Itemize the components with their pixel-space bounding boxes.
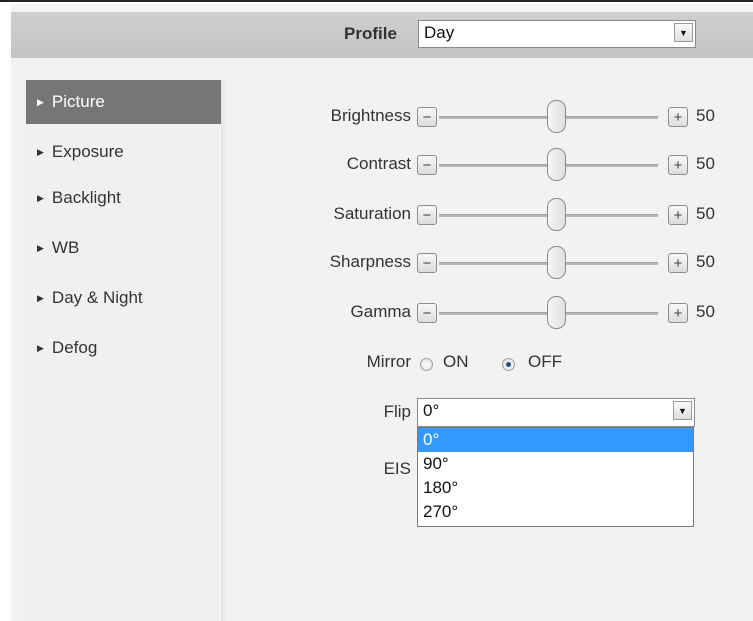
sidebar-item-picture[interactable]: ▶ Picture <box>26 80 221 124</box>
profile-select-value: Day <box>424 23 455 42</box>
sharpness-decrease-button[interactable]: − <box>417 253 437 273</box>
flip-select[interactable]: 0° ▼ <box>417 398 695 427</box>
sidebar-item-wb[interactable]: ▶ WB <box>26 226 221 270</box>
flip-option-180[interactable]: 180° <box>418 476 693 500</box>
caret-right-icon: ▶ <box>37 147 44 157</box>
brightness-increase-button[interactable]: + <box>668 107 688 127</box>
caret-right-icon: ▶ <box>37 243 44 253</box>
chevron-down-icon[interactable]: ▼ <box>673 401 692 420</box>
caret-right-icon: ▶ <box>37 343 44 353</box>
flip-option-0[interactable]: 0° <box>418 428 693 452</box>
contrast-label: Contrast <box>346 154 411 173</box>
flip-option-90[interactable]: 90° <box>418 452 693 476</box>
mirror-off-label[interactable]: OFF <box>528 352 562 372</box>
gamma-value: 50 <box>696 302 715 321</box>
caret-right-icon: ▶ <box>37 293 44 303</box>
sharpness-slider-handle[interactable] <box>547 246 566 279</box>
sidebar-item-exposure[interactable]: ▶ Exposure <box>26 130 221 174</box>
flip-dropdown-list: 0° 90° 180° 270° <box>417 427 694 527</box>
sidebar-item-label: Exposure <box>51 142 124 161</box>
caret-right-icon: ▶ <box>37 193 44 203</box>
eis-label: EIS <box>383 459 411 478</box>
sharpness-value: 50 <box>696 252 715 271</box>
brightness-value: 50 <box>696 106 715 125</box>
profile-label: Profile <box>344 24 397 43</box>
sidebar-item-defog[interactable]: ▶ Defog <box>26 326 221 370</box>
gamma-slider-handle[interactable] <box>547 296 566 329</box>
flip-select-value: 0° <box>423 401 440 420</box>
gamma-label: Gamma <box>350 302 411 321</box>
sidebar-item-day-night[interactable]: ▶ Day & Night <box>26 276 221 320</box>
brightness-slider-handle[interactable] <box>547 100 566 133</box>
sharpness-increase-button[interactable]: + <box>668 253 688 273</box>
chevron-down-icon[interactable]: ▼ <box>674 23 693 42</box>
saturation-decrease-button[interactable]: − <box>417 205 437 225</box>
gamma-increase-button[interactable]: + <box>668 303 688 323</box>
sharpness-label: Sharpness <box>329 252 411 271</box>
mirror-off-radio[interactable] <box>502 358 515 371</box>
profile-select[interactable]: Day ▼ <box>418 20 696 48</box>
sidebar-item-label: Defog <box>51 338 98 357</box>
mirror-label: Mirror <box>366 352 411 371</box>
contrast-decrease-button[interactable]: − <box>417 155 437 175</box>
sidebar-item-label: Day & Night <box>51 288 143 307</box>
flip-label: Flip <box>383 402 411 421</box>
contrast-value: 50 <box>696 154 715 173</box>
caret-right-icon: ▶ <box>37 97 44 107</box>
window-top-border <box>0 0 753 2</box>
saturation-value: 50 <box>696 204 715 223</box>
sidebar-item-backlight[interactable]: ▶ Backlight <box>26 176 221 220</box>
mirror-on-radio[interactable] <box>420 358 433 371</box>
mirror-on-label[interactable]: ON <box>443 352 469 372</box>
sidebar-item-label: WB <box>51 238 80 257</box>
sidebar-item-label: Picture <box>51 92 105 111</box>
flip-option-270[interactable]: 270° <box>418 500 693 524</box>
saturation-increase-button[interactable]: + <box>668 205 688 225</box>
saturation-label: Saturation <box>333 204 412 223</box>
gamma-decrease-button[interactable]: − <box>417 303 437 323</box>
brightness-decrease-button[interactable]: − <box>417 107 437 127</box>
sidebar-divider <box>221 80 227 621</box>
brightness-label: Brightness <box>330 106 411 125</box>
contrast-increase-button[interactable]: + <box>668 155 688 175</box>
sidebar-item-label: Backlight <box>51 188 121 207</box>
contrast-slider-handle[interactable] <box>547 148 566 181</box>
saturation-slider-handle[interactable] <box>547 198 566 231</box>
